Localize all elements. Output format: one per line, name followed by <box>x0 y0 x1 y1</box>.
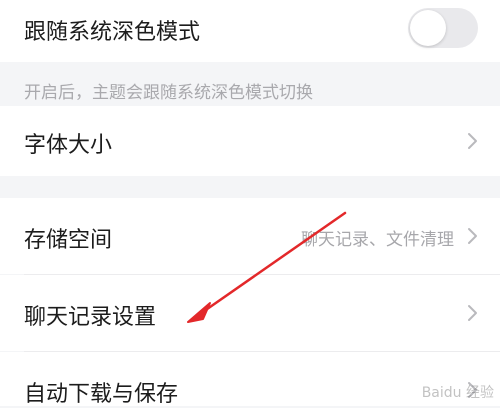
auto-download-label: 自动下载与保存 <box>24 382 179 407</box>
toggle-knob <box>410 10 446 46</box>
chat-history-label: 聊天记录设置 <box>24 305 157 330</box>
settings-screen: 跟随系统深色模式 开启后，主题会跟随系统深色模式切换 字体大小 存储空间 聊天记… <box>0 0 500 407</box>
storage-label: 存储空间 <box>24 228 113 253</box>
font-size-row[interactable]: 字体大小 <box>0 106 500 176</box>
chevron-right-icon <box>468 133 477 149</box>
watermark: Baidu 经验 <box>421 385 494 401</box>
follow-dark-mode-toggle[interactable] <box>408 8 478 48</box>
follow-dark-mode-label: 跟随系统深色模式 <box>24 20 201 45</box>
storage-value: 聊天记录、文件清理 <box>301 230 454 250</box>
chevron-right-icon <box>468 228 477 244</box>
storage-row[interactable]: 存储空间 聊天记录、文件清理 <box>0 198 500 274</box>
chat-history-row[interactable]: 聊天记录设置 <box>0 275 500 351</box>
font-size-label: 字体大小 <box>24 133 113 158</box>
chevron-right-icon <box>468 305 477 321</box>
follow-dark-mode-row: 跟随系统深色模式 <box>0 0 500 62</box>
follow-dark-mode-hint: 开启后，主题会跟随系统深色模式切换 <box>24 83 313 103</box>
